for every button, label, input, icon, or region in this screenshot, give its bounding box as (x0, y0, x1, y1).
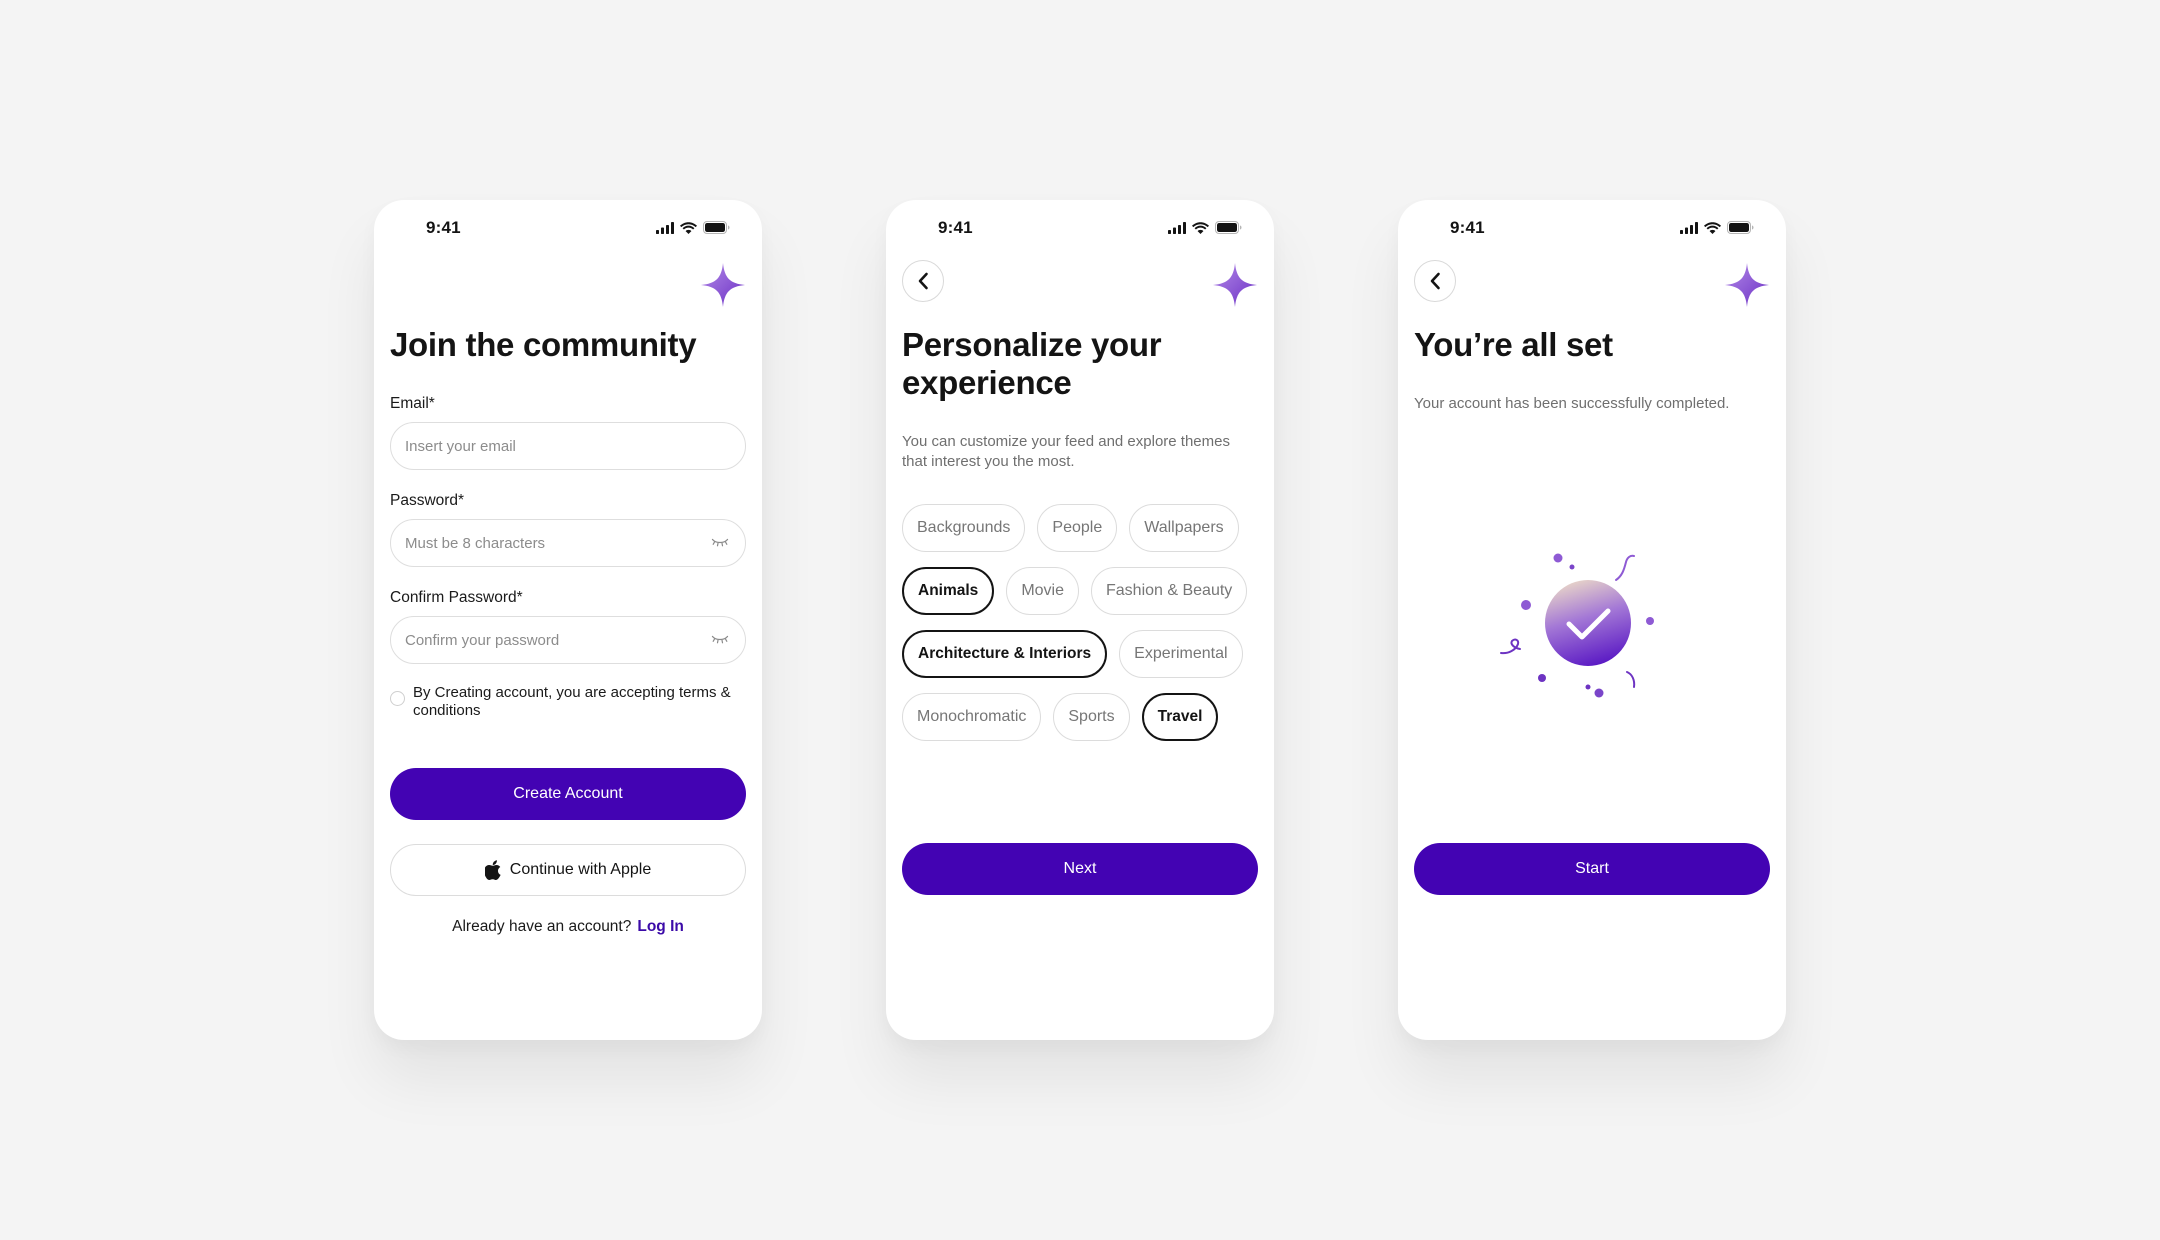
password-field[interactable] (405, 534, 731, 552)
status-bar: 9:41 (374, 218, 762, 240)
signal-icon (656, 222, 674, 234)
status-time: 9:41 (1450, 218, 1485, 237)
sparkle-icon (700, 262, 746, 308)
wifi-icon (1704, 222, 1721, 234)
page-subtitle: You can customize your feed and explore … (902, 433, 1230, 470)
email-field[interactable] (405, 437, 731, 455)
interest-chips: Backgrounds People Wallpapers Animals Movie F… (902, 504, 1264, 756)
interest-chip[interactable]: Animals (902, 567, 995, 615)
chip-row: Animals Movie Fashion & Beauty (902, 567, 1264, 615)
interest-chip[interactable]: Movie (1006, 567, 1079, 615)
confirm-password-field-wrapper (390, 616, 746, 664)
interest-chip[interactable]: People (1037, 504, 1118, 552)
status-icons (656, 221, 730, 234)
sparkle-icon (1724, 262, 1770, 308)
interest-chip[interactable]: Monochromatic (902, 693, 1042, 741)
terms-checkbox[interactable] (390, 691, 405, 706)
chip-row: Backgrounds People Wallpapers (902, 504, 1264, 552)
interest-chip[interactable]: Architecture & Interiors (902, 630, 1108, 678)
success-screen: 9:41 You’re all set Your account has bee… (1398, 200, 1786, 1040)
login-link[interactable]: Log In (637, 918, 684, 935)
password-field-wrapper (390, 519, 746, 567)
eye-closed-icon[interactable] (711, 537, 729, 547)
terms-text: By Creating account, you are accepting t… (413, 684, 731, 719)
wifi-icon (680, 222, 697, 234)
confirm-password-field[interactable] (405, 631, 731, 649)
create-account-button[interactable]: Create Account (390, 768, 746, 820)
battery-icon (1215, 221, 1242, 234)
interest-chip[interactable]: Sports (1053, 693, 1130, 741)
personalize-screen: 9:41 Personalize your experience You can… (886, 200, 1274, 1040)
status-time: 9:41 (938, 218, 973, 237)
chevron-left-icon (1429, 272, 1441, 290)
chevron-left-icon (917, 272, 929, 290)
chip-row: Monochromatic Sports Travel (902, 693, 1264, 741)
battery-icon (703, 221, 730, 234)
apple-button-label: Continue with Apple (509, 861, 652, 878)
signal-icon (1168, 222, 1186, 234)
sparkle-icon (1212, 262, 1258, 308)
email-label: Email* (390, 395, 435, 412)
continue-with-apple-button[interactable]: Continue with Apple (390, 844, 746, 896)
signal-icon (1680, 222, 1698, 234)
interest-chip[interactable]: Fashion & Beauty (1091, 567, 1248, 615)
page-title: You’re all set (1414, 326, 1613, 363)
status-icons (1168, 221, 1242, 234)
page-title: Personalize your experience (902, 326, 1162, 401)
signup-screen: 9:41 Join the community Email* Password*… (374, 200, 762, 1040)
back-button[interactable] (1414, 260, 1456, 302)
have-account-text: Already have an account? (452, 918, 632, 935)
interest-chip[interactable]: Travel (1141, 693, 1219, 741)
wifi-icon (1192, 222, 1209, 234)
email-field-wrapper (390, 422, 746, 470)
status-bar: 9:41 (886, 218, 1274, 240)
next-button[interactable]: Next (902, 843, 1258, 895)
interest-chip[interactable]: Experimental (1119, 630, 1243, 678)
page-subtitle: Your account has been successfully compl… (1414, 395, 1730, 412)
apple-icon (484, 860, 501, 880)
success-illustration (1500, 553, 1654, 698)
confirm-password-label: Confirm Password* (390, 589, 523, 606)
status-icons (1680, 221, 1754, 234)
page-title: Join the community (390, 326, 697, 363)
login-row: Already have an account? Log In (374, 918, 762, 936)
chip-row: Architecture & Interiors Experimental (902, 630, 1264, 678)
interest-chip[interactable]: Wallpapers (1129, 504, 1239, 552)
status-time: 9:41 (426, 218, 461, 237)
check-badge (1545, 580, 1631, 666)
back-button[interactable] (902, 260, 944, 302)
password-label: Password* (390, 492, 465, 509)
eye-closed-icon[interactable] (711, 634, 729, 644)
interest-chip[interactable]: Backgrounds (902, 504, 1026, 552)
start-button[interactable]: Start (1414, 843, 1770, 895)
battery-icon (1727, 221, 1754, 234)
terms-row: By Creating account, you are accepting t… (390, 684, 750, 720)
status-bar: 9:41 (1398, 218, 1786, 240)
